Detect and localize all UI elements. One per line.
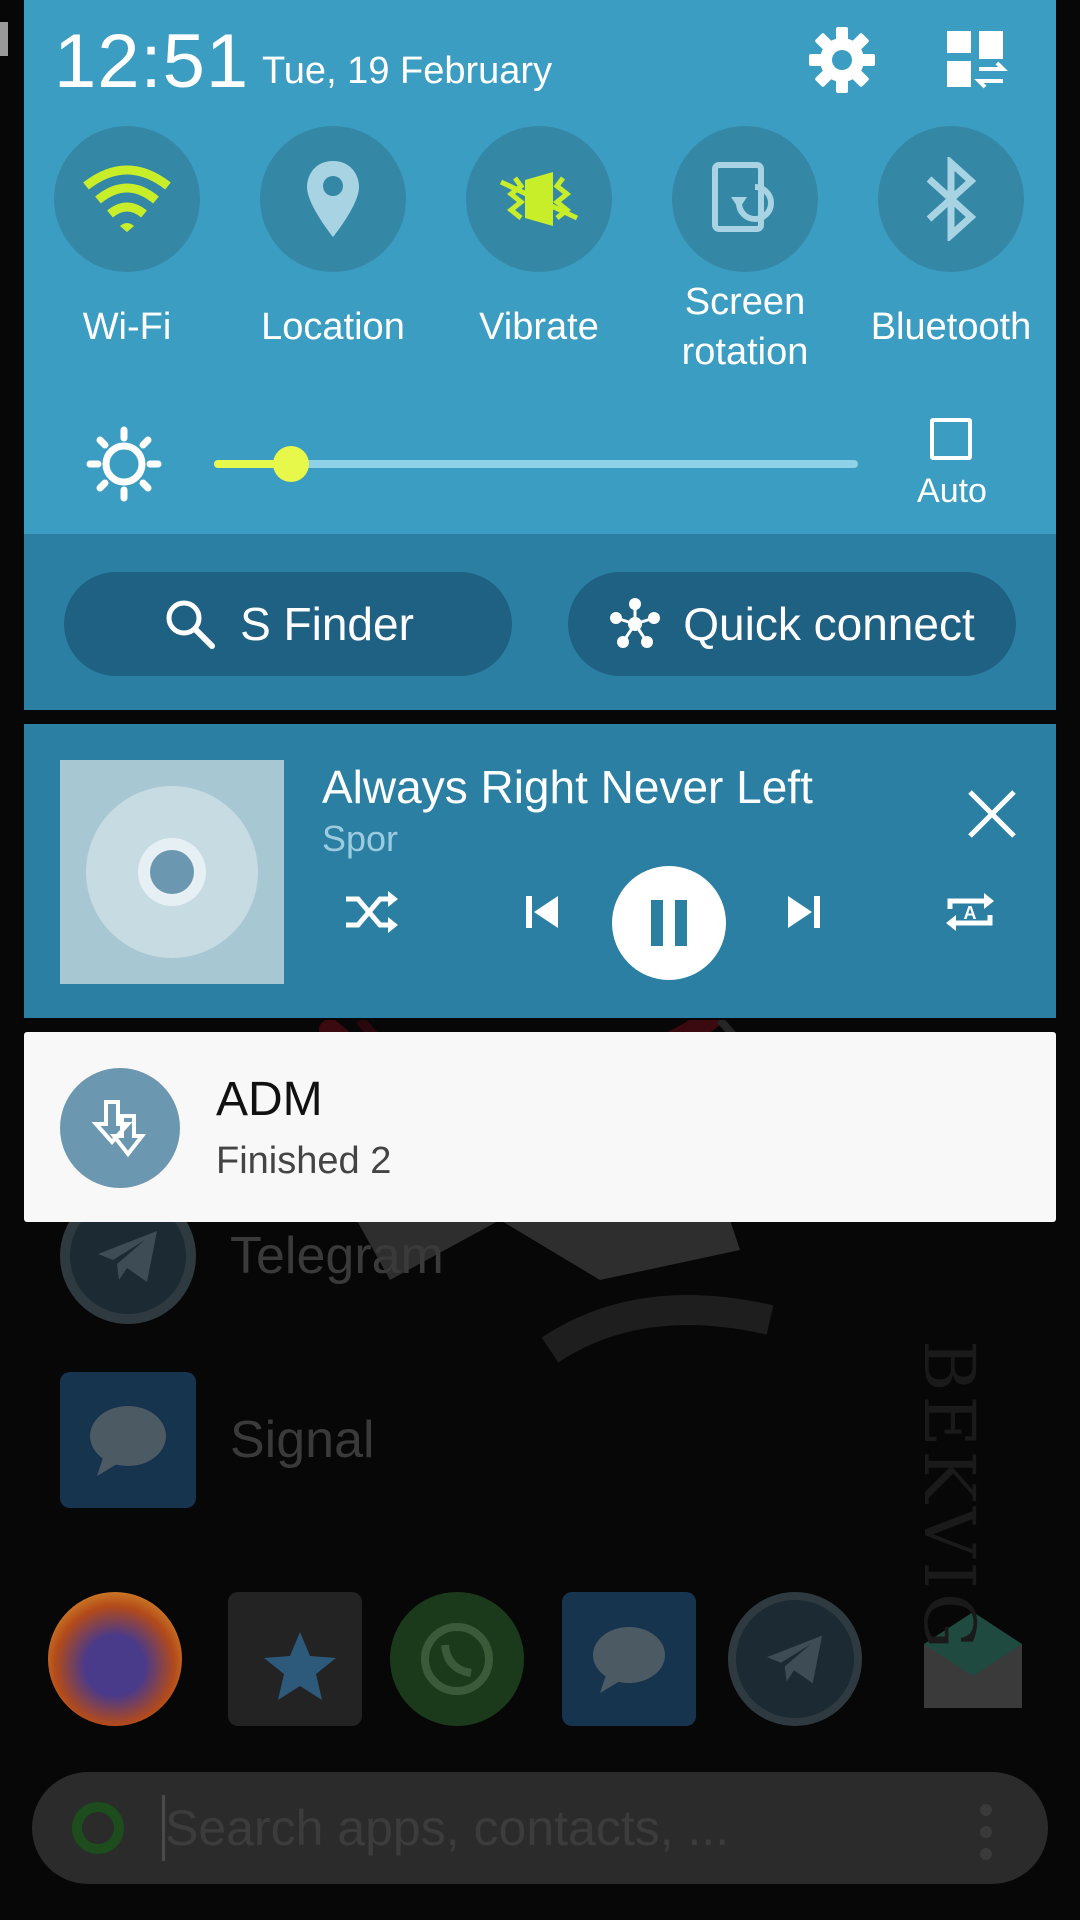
- screen-rotation-icon: [712, 162, 774, 232]
- quick-connect-icon: [610, 598, 661, 648]
- close-icon[interactable]: [964, 786, 1020, 842]
- signal-icon: [60, 1372, 196, 1508]
- s-finder-label: S Finder: [240, 598, 414, 650]
- s-finder-button[interactable]: S Finder: [64, 572, 512, 676]
- firefox-icon[interactable]: [48, 1592, 182, 1726]
- location-pin-icon: [307, 161, 359, 237]
- location-toggle[interactable]: [260, 126, 406, 272]
- tile-label-wifi: Wi-Fi: [82, 306, 172, 348]
- bluetooth-toggle[interactable]: [878, 126, 1024, 272]
- previous-track-icon[interactable]: [502, 872, 582, 952]
- wifi-icon: [83, 165, 171, 232]
- quick-connect-button[interactable]: Quick connect: [568, 572, 1016, 676]
- notification-title: ADM: [216, 1073, 323, 1126]
- disc-icon: [86, 786, 258, 958]
- clock: 12:51: [54, 19, 250, 104]
- edit-tiles-icon[interactable]: [938, 22, 1014, 98]
- auto-brightness-checkbox[interactable]: [930, 418, 972, 460]
- quick-settings-panel: 12:51 Tue, 19 February Wi-Fi Location Vi…: [24, 0, 1056, 534]
- notification-text: Finished 2: [216, 1140, 392, 1182]
- bluetooth-icon: [926, 157, 977, 241]
- overflow-menu-icon[interactable]: [980, 1804, 992, 1860]
- pause-icon: [651, 900, 687, 946]
- date: Tue, 19 February: [262, 50, 553, 92]
- song-title: Always Right Never Left: [322, 761, 813, 813]
- edge-handle: [0, 22, 8, 56]
- search-placeholder: Search apps, contacts, ...: [165, 1800, 730, 1856]
- quick-connect-label: Quick connect: [683, 598, 975, 650]
- brightness-row: Auto: [24, 400, 1056, 530]
- wallpaper-side-text: BEKVIG: [908, 1340, 990, 1653]
- svg-text:A: A: [964, 903, 977, 923]
- launcher-logo-icon: [72, 1802, 124, 1854]
- background-app-label: Telegram: [230, 1227, 444, 1285]
- download-manager-icon: [60, 1068, 180, 1188]
- vibrate-toggle[interactable]: [466, 126, 612, 272]
- telegram-icon[interactable]: [728, 1592, 862, 1726]
- background-app-signal: Signal: [60, 1372, 375, 1508]
- brightness-slider-thumb[interactable]: [273, 446, 310, 482]
- album-art: [60, 760, 284, 984]
- adm-notification[interactable]: ADM Finished 2: [24, 1032, 1056, 1222]
- app-search-bar[interactable]: Search apps, contacts, ...: [32, 1772, 1048, 1884]
- media-notification[interactable]: Always Right Never Left Spor A: [24, 724, 1056, 1018]
- whatsapp-icon[interactable]: [390, 1592, 524, 1726]
- panel-button-bar: S Finder Quick connect: [24, 534, 1056, 710]
- screen-rotation-toggle[interactable]: [672, 126, 818, 272]
- tile-label-bluetooth: Bluetooth: [870, 306, 1032, 348]
- tile-label-screen-rotation: Screen rotation: [681, 281, 809, 373]
- song-artist: Spor: [322, 818, 399, 859]
- document-star-icon[interactable]: [228, 1592, 362, 1726]
- signal-icon[interactable]: [562, 1592, 696, 1726]
- next-track-icon[interactable]: [764, 872, 844, 952]
- tile-label-location: Location: [261, 306, 405, 348]
- repeat-all-icon[interactable]: A: [930, 872, 1010, 952]
- brightness-icon: [86, 426, 162, 502]
- background-app-label: Signal: [230, 1411, 375, 1469]
- search-icon: [166, 600, 216, 649]
- shuffle-icon[interactable]: [332, 872, 412, 952]
- vibrate-icon: [499, 172, 579, 226]
- gear-icon[interactable]: [804, 22, 880, 98]
- auto-brightness-label: Auto: [917, 472, 987, 510]
- wifi-toggle[interactable]: [54, 126, 200, 272]
- brightness-slider[interactable]: [214, 446, 858, 482]
- tile-label-vibrate: Vibrate: [479, 306, 599, 348]
- pause-button[interactable]: [612, 866, 726, 980]
